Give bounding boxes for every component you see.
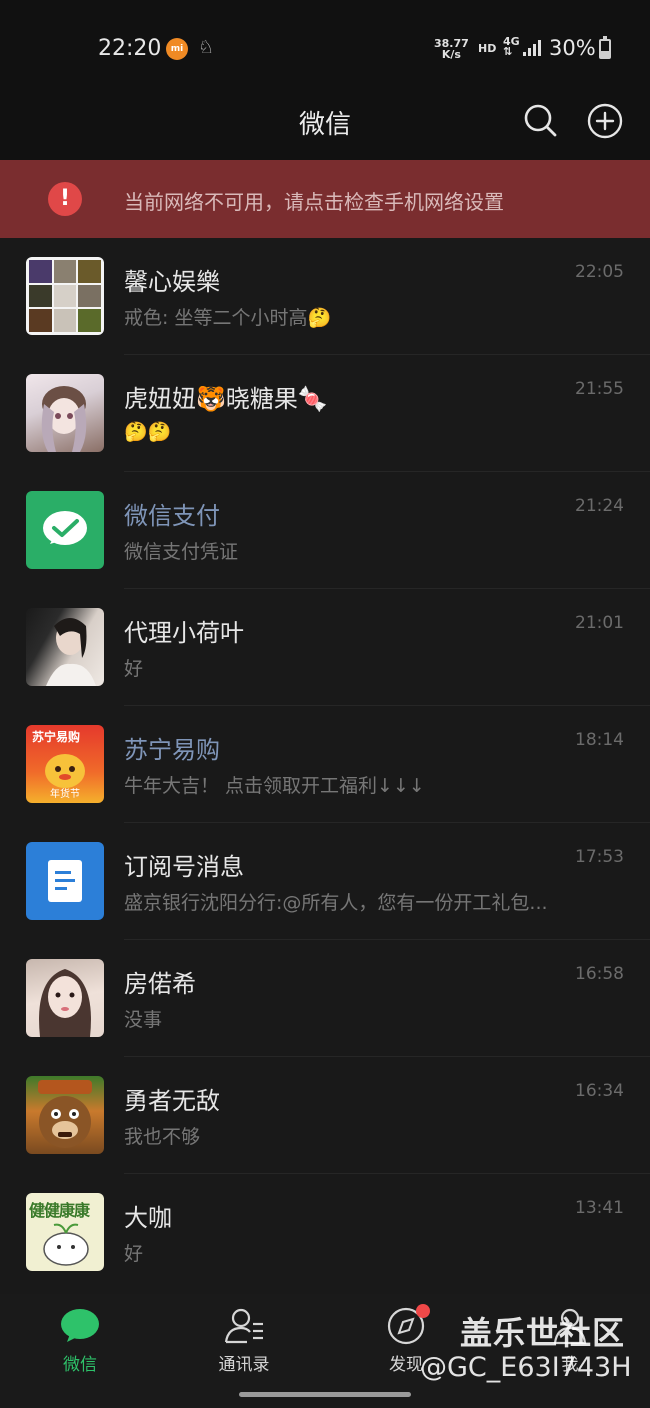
watermark-title: 盖乐世社区 <box>460 1314 626 1352</box>
signal-icon <box>523 40 541 56</box>
chat-last-message: 我也不够 <box>124 1126 201 1148</box>
chat-time: 18:14 <box>575 730 624 750</box>
status-bar: 22:20 mi ♘ 38.77 K/s HD 4G ⇅ 30% <box>0 0 650 90</box>
tab-chats[interactable]: 微信 <box>20 1306 140 1375</box>
chat-last-message: 🤔🤔 <box>124 421 172 443</box>
chat-name: 大咖 <box>124 1204 172 1232</box>
chat-row[interactable]: 订阅号消息 盛京银行沈阳分行:@所有人，您有一份开工礼包... 17:53 <box>0 823 650 940</box>
network-warning-banner[interactable]: ! 当前网络不可用，请点击检查手机网络设置 <box>0 160 650 238</box>
contacts-icon <box>224 1308 263 1344</box>
bear-avatar <box>26 1076 104 1154</box>
girl-portrait-avatar <box>26 959 104 1037</box>
badge-dot <box>416 1304 430 1318</box>
subscription-avatar <box>26 842 104 920</box>
add-plus-icon[interactable] <box>586 102 624 140</box>
home-indicator[interactable] <box>239 1392 411 1397</box>
chat-name: 苏宁易购 <box>124 736 220 764</box>
anime-girl-avatar <box>26 374 104 452</box>
chat-row[interactable]: 代理小荷叶 好 21:01 <box>0 589 650 706</box>
chat-row[interactable]: 房偌希 没事 16:58 <box>0 940 650 1057</box>
chat-row[interactable]: 微信支付 微信支付凭证 21:24 <box>0 472 650 589</box>
chat-last-message: 好 <box>124 1243 144 1265</box>
chat-row[interactable]: 苏宁易购 年货节 苏宁易购 牛年大吉！ 点击领取开工福利↓↓↓ 18:14 <box>0 706 650 823</box>
chat-time: 21:01 <box>575 613 624 633</box>
tab-label: 微信 <box>63 1355 97 1375</box>
chat-time: 17:53 <box>575 847 624 867</box>
chat-row[interactable]: 健健康康 大咖 好 13:41 <box>0 1174 650 1291</box>
chat-name: 馨心娱樂 <box>124 268 220 296</box>
chat-time: 21:24 <box>575 496 624 516</box>
network-warning-text: 当前网络不可用，请点击检查手机网络设置 <box>124 190 504 214</box>
chat-row[interactable]: 勇者无敌 我也不够 16:34 <box>0 1057 650 1174</box>
watermark-handle: @GC_E63I743H <box>420 1352 632 1383</box>
title-bar: 微信 <box>0 90 650 160</box>
net-speed: 38.77 K/s <box>434 38 469 60</box>
health-avatar: 健健康康 <box>26 1193 104 1271</box>
chat-last-message: 牛年大吉！ 点击领取开工福利↓↓↓ <box>124 775 425 797</box>
chat-name: 订阅号消息 <box>124 853 244 881</box>
chat-last-message: 好 <box>124 658 144 680</box>
chat-name: 微信支付 <box>124 502 220 530</box>
chat-time: 13:41 <box>575 1198 624 1218</box>
tab-label: 通讯录 <box>218 1355 270 1375</box>
suning-avatar-subtext: 年货节 <box>50 789 80 800</box>
chat-time: 16:58 <box>575 964 624 984</box>
chat-time: 21:55 <box>575 379 624 399</box>
network-type: 4G ⇅ <box>503 35 520 58</box>
chat-time: 16:34 <box>575 1081 624 1101</box>
wechat-pay-icon <box>43 511 87 545</box>
battery-icon <box>599 36 611 59</box>
bottom-navigation: 微信 通讯录 发现 我 盖乐世社区 @GC_E63I743H <box>0 1294 650 1408</box>
girl-photo-avatar <box>26 608 104 686</box>
chat-list: 馨心娱樂 戒色: 坐等二个小时高🤔 22:05 虎妞妞🐯晓糖果🍬 🤔🤔 21:5… <box>0 238 650 1294</box>
chat-bubble-icon <box>61 1309 99 1342</box>
warning-icon: ! <box>48 182 82 216</box>
chat-last-message: 没事 <box>124 1009 163 1031</box>
chat-name: 房偌希 <box>124 970 196 998</box>
notification-app-icon: ♘ <box>198 37 215 58</box>
net-speed-unit: K/s <box>441 48 461 61</box>
chat-row[interactable]: 馨心娱樂 戒色: 坐等二个小时高🤔 22:05 <box>0 238 650 355</box>
hd-indicator: HD <box>478 42 497 55</box>
document-icon <box>48 860 82 902</box>
search-icon[interactable] <box>522 102 558 138</box>
status-time: 22:20 <box>98 36 162 61</box>
tab-contacts[interactable]: 通讯录 <box>184 1306 304 1375</box>
network-type-label: 4G <box>503 35 520 48</box>
mi-app-icon: mi <box>166 38 188 60</box>
chat-last-message: 戒色: 坐等二个小时高🤔 <box>124 307 332 329</box>
suning-avatar: 苏宁易购 年货节 <box>26 725 104 803</box>
chat-name: 代理小荷叶 <box>124 619 244 647</box>
battery-level: 30% <box>549 36 596 60</box>
chat-name: 勇者无敌 <box>124 1087 220 1115</box>
chat-last-message: 微信支付凭证 <box>124 541 239 563</box>
chat-last-message: 盛京银行沈阳分行:@所有人，您有一份开工礼包... <box>124 892 548 914</box>
chat-row[interactable]: 虎妞妞🐯晓糖果🍬 🤔🤔 21:55 <box>0 355 650 472</box>
chat-name: 虎妞妞🐯晓糖果🍬 <box>124 385 328 413</box>
wechat-pay-avatar <box>26 491 104 569</box>
group-avatar <box>26 257 104 335</box>
chat-time: 22:05 <box>575 262 624 282</box>
